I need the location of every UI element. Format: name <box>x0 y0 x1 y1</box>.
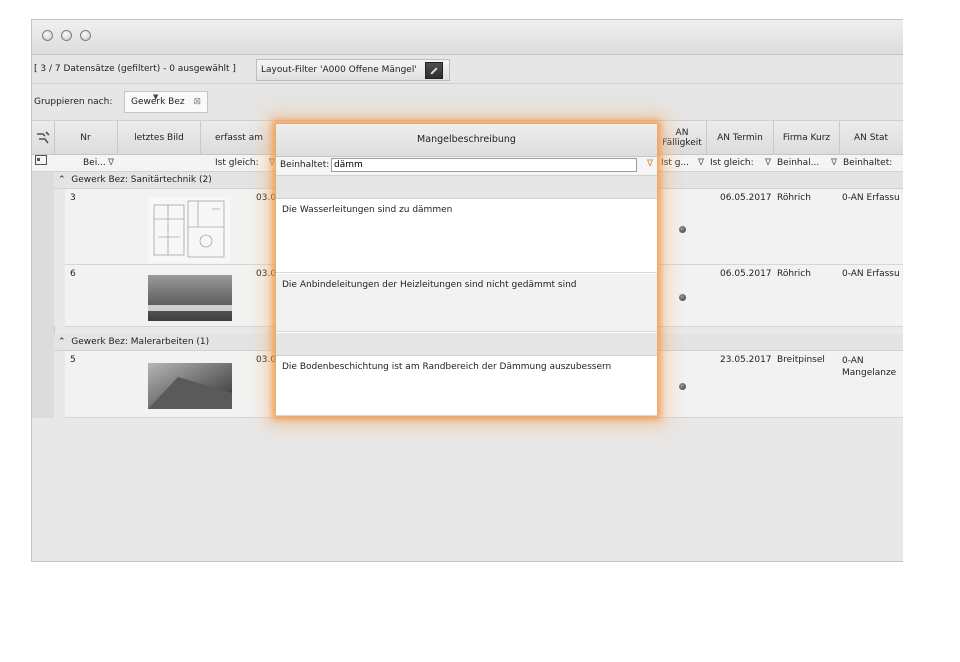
layout-filter-button[interactable]: Layout-Filter 'A000 Offene Mängel' <box>256 59 450 81</box>
cell-an-termin: 23.05.2017 <box>720 355 772 365</box>
status-dot-icon <box>679 226 686 233</box>
cell-an-termin: 06.05.2017 <box>720 269 772 279</box>
zoom-window-button[interactable] <box>80 30 91 41</box>
filter-faelligkeit[interactable]: Ist g... ∇ <box>658 155 706 171</box>
group-header-band <box>276 176 657 199</box>
cell-an-status: 0-AN Erfassu <box>842 269 900 279</box>
group-indent <box>54 189 65 326</box>
collapse-icon[interactable]: ⌃ <box>58 337 66 347</box>
group-chip-gewerk[interactable]: ▼ Gewerk Bez ⊠ <box>124 91 209 113</box>
close-window-button[interactable] <box>42 30 53 41</box>
column-header-an-faelligkeit[interactable]: AN Fälligkeit <box>658 121 707 154</box>
empty-grid-area <box>32 418 903 561</box>
header-line-2: Fälligkeit <box>662 137 702 148</box>
filter-icon[interactable]: ∇ <box>698 155 704 171</box>
grouping-bar: Gruppieren nach: ▼ Gewerk Bez ⊠ <box>32 84 903 121</box>
filter-erfasst-am[interactable]: Ist gleich: ∇ <box>201 155 277 171</box>
filter-active-icon[interactable]: ∇ <box>647 159 653 169</box>
filter-icon[interactable]: ∇ <box>108 155 114 171</box>
filter-an-termin[interactable]: Ist gleich: ∇ <box>707 155 773 171</box>
column-chooser-icon[interactable] <box>32 121 55 154</box>
filter-firma[interactable]: Beinhal... ∇ <box>774 155 839 171</box>
title-bar <box>32 20 903 55</box>
column-header-letztes-bild[interactable]: letztes Bild <box>118 121 201 154</box>
pin-icon[interactable] <box>424 61 443 79</box>
row-indicator-column <box>32 172 55 418</box>
column-header-mangelbeschreibung[interactable]: Mangelbeschreibung <box>276 124 657 157</box>
description-cell[interactable]: Die Wasserleitungen sind zu dämmen <box>276 199 657 273</box>
status-dot-icon <box>679 294 686 301</box>
sort-desc-icon: ▼ <box>153 93 159 101</box>
filter-row-icon <box>32 155 54 171</box>
filter-nr-text: Bei... <box>83 158 106 168</box>
record-count: [ 3 / 7 Datensätze (gefiltert) - 0 ausge… <box>34 64 236 74</box>
cell-nr: 6 <box>70 269 76 279</box>
group-title: Gewerk Bez: Malerarbeiten (1) <box>71 337 210 347</box>
cell-an-status: 0-AN Mangelanze <box>842 355 896 379</box>
status-dot-icon <box>679 383 686 390</box>
filter-an-status[interactable]: Beinhaltet: <box>840 155 903 171</box>
cell-an-status: 0-AN Erfassu <box>842 193 900 203</box>
description-cell[interactable]: Die Bodenbeschichtung ist am Randbereich… <box>276 356 657 416</box>
group-header-band <box>276 333 657 356</box>
drawing-thumbnail[interactable] <box>148 197 230 263</box>
filter-nr[interactable]: Bei... ∇ <box>80 155 116 171</box>
status-line-2: Mangelanze <box>842 368 897 378</box>
header-line-1: AN <box>675 127 689 138</box>
grouping-label: Gruppieren nach: <box>34 97 113 107</box>
filter-status-text: Beinhaltet: <box>843 158 893 168</box>
minimize-window-button[interactable] <box>61 30 72 41</box>
group-indent <box>54 351 65 418</box>
cell-an-termin: 06.05.2017 <box>720 193 772 203</box>
cell-nr: 5 <box>70 355 76 365</box>
column-header-nr[interactable]: Nr <box>54 121 118 154</box>
column-header-firma-kurz[interactable]: Firma Kurz <box>774 121 840 154</box>
filter-erfasst-text: Ist gleich: <box>215 158 259 168</box>
description-cell[interactable]: Die Anbindeleitungen der Heizleitungen s… <box>276 274 657 332</box>
cell-firma: Röhrich <box>777 193 811 203</box>
mangel-filter-input[interactable] <box>331 158 637 172</box>
highlighted-column-mangelbeschreibung: Mangelbeschreibung Beinhaltet: ∇ Die Was… <box>276 124 657 416</box>
filter-termin-text: Ist gleich: <box>710 158 754 168</box>
cell-nr: 3 <box>70 193 76 203</box>
photo-thumbnail[interactable] <box>148 275 232 321</box>
layout-filter-label: Layout-Filter 'A000 Offene Mängel' <box>261 65 417 75</box>
group-title: Gewerk Bez: Sanitärtechnik (2) <box>71 175 212 185</box>
filter-firma-text: Beinhal... <box>777 158 820 168</box>
remove-group-icon[interactable]: ⊠ <box>194 97 202 107</box>
filter-faelligkeit-text: Ist g... <box>661 158 690 168</box>
column-header-an-termin[interactable]: AN Termin <box>707 121 774 154</box>
cell-firma: Breitpinsel <box>777 355 825 365</box>
collapse-icon[interactable]: ⌃ <box>58 175 66 185</box>
column-header-erfasst-am[interactable]: erfasst am <box>201 121 278 154</box>
cell-firma: Röhrich <box>777 269 811 279</box>
photo-thumbnail[interactable] <box>148 363 232 409</box>
status-line-1: 0-AN <box>842 356 864 366</box>
filter-icon[interactable]: ∇ <box>831 155 837 171</box>
filter-icon[interactable]: ∇ <box>765 155 771 171</box>
column-header-an-status[interactable]: AN Stat <box>840 121 903 154</box>
filter-mangelbeschreibung: Beinhaltet: ∇ <box>276 157 657 176</box>
filter-mangel-label: Beinhaltet: <box>280 160 330 170</box>
status-bar: [ 3 / 7 Datensätze (gefiltert) - 0 ausge… <box>32 55 903 84</box>
filter-icon[interactable]: ∇ <box>269 155 275 171</box>
